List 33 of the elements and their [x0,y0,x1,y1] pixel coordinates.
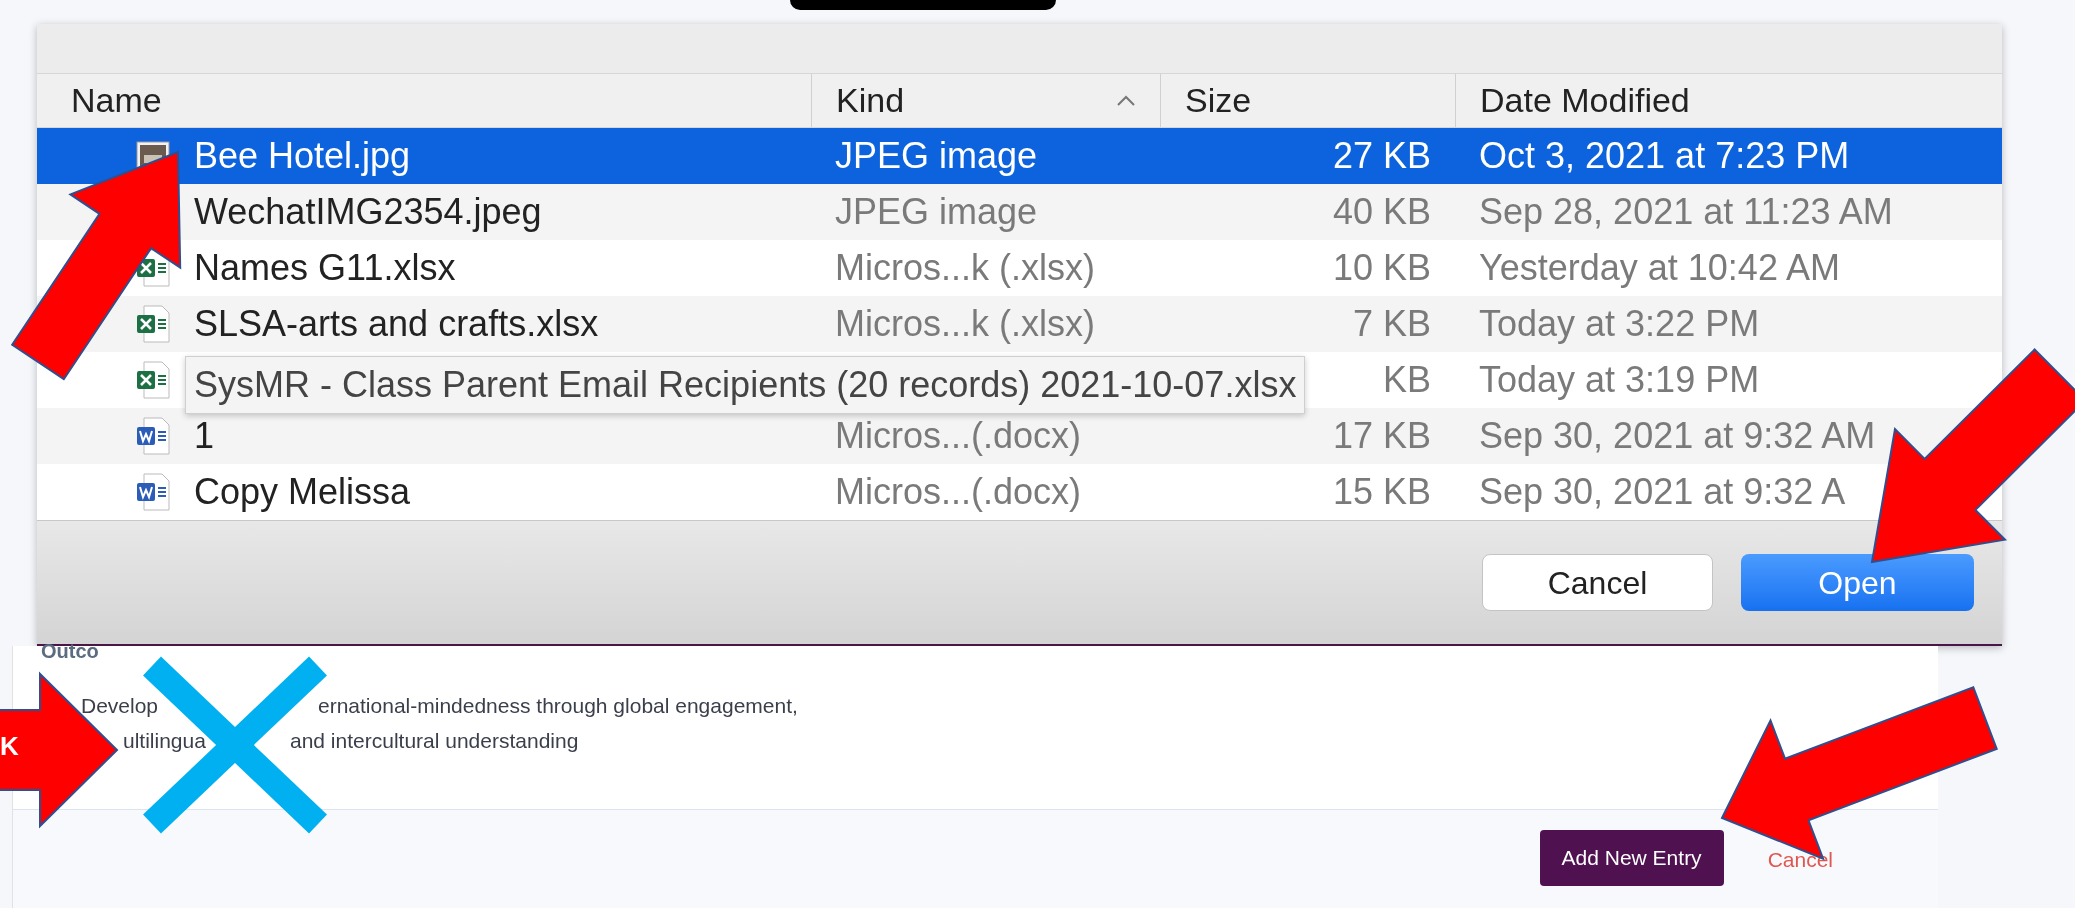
file-name: Names G11.xlsx [194,246,456,290]
file-kind: Micros...k (.xlsx) [835,247,1095,288]
file-name: WechatIMG2354.jpeg [194,190,542,234]
file-kind: Micros...k (.xlsx) [835,303,1095,344]
file-size: 10 KB [1332,247,1431,288]
file-kind: Micros...(.docx) [835,471,1082,512]
file-date: Sep 28, 2021 at 11:23 AM [1479,191,1893,232]
file-date: Today at 3:22 PM [1479,303,1760,344]
file-name: Copy Melissa [194,470,411,514]
file-kind: Micros...(.docx) [835,415,1082,456]
arrow-label: K [0,733,19,759]
outcome-text: and intercultural understanding [290,728,579,754]
file-name: Bee Hotel.jpg [194,134,411,178]
file-name: SLSA-arts and crafts.xlsx [194,302,599,346]
file-date: Oct 3, 2021 at 7:23 PM [1479,135,1850,176]
file-name: 1 [194,414,215,458]
file-date: Today at 3:19 PM [1479,359,1760,400]
file-size: KB [1382,359,1431,400]
section-label: Outco [41,639,100,664]
outcome-text: Develop [81,694,159,717]
file-size: 40 KB [1332,191,1431,232]
file-kind: JPEG image [835,135,1038,176]
outcome-text: ultilingua [123,729,206,752]
file-date: Sep 30, 2021 at 9:32 AM [1479,415,1876,456]
file-size: 7 KB [1352,303,1431,344]
file-size: 15 KB [1332,471,1431,512]
file-size: 17 KB [1332,415,1431,456]
file-kind: JPEG image [835,191,1038,232]
outcome-text: ernational-mindedness through global engagement, [318,693,798,719]
file-date: Yesterday at 10:42 AM [1479,247,1840,288]
tooltip: SysMR - Class Parent Email Recipients (20 records) 2021-10-07.xlsx [185,356,1306,414]
file-date: Sep 30, 2021 at 9:32 A [1479,471,1846,512]
file-size: 27 KB [1332,135,1431,176]
